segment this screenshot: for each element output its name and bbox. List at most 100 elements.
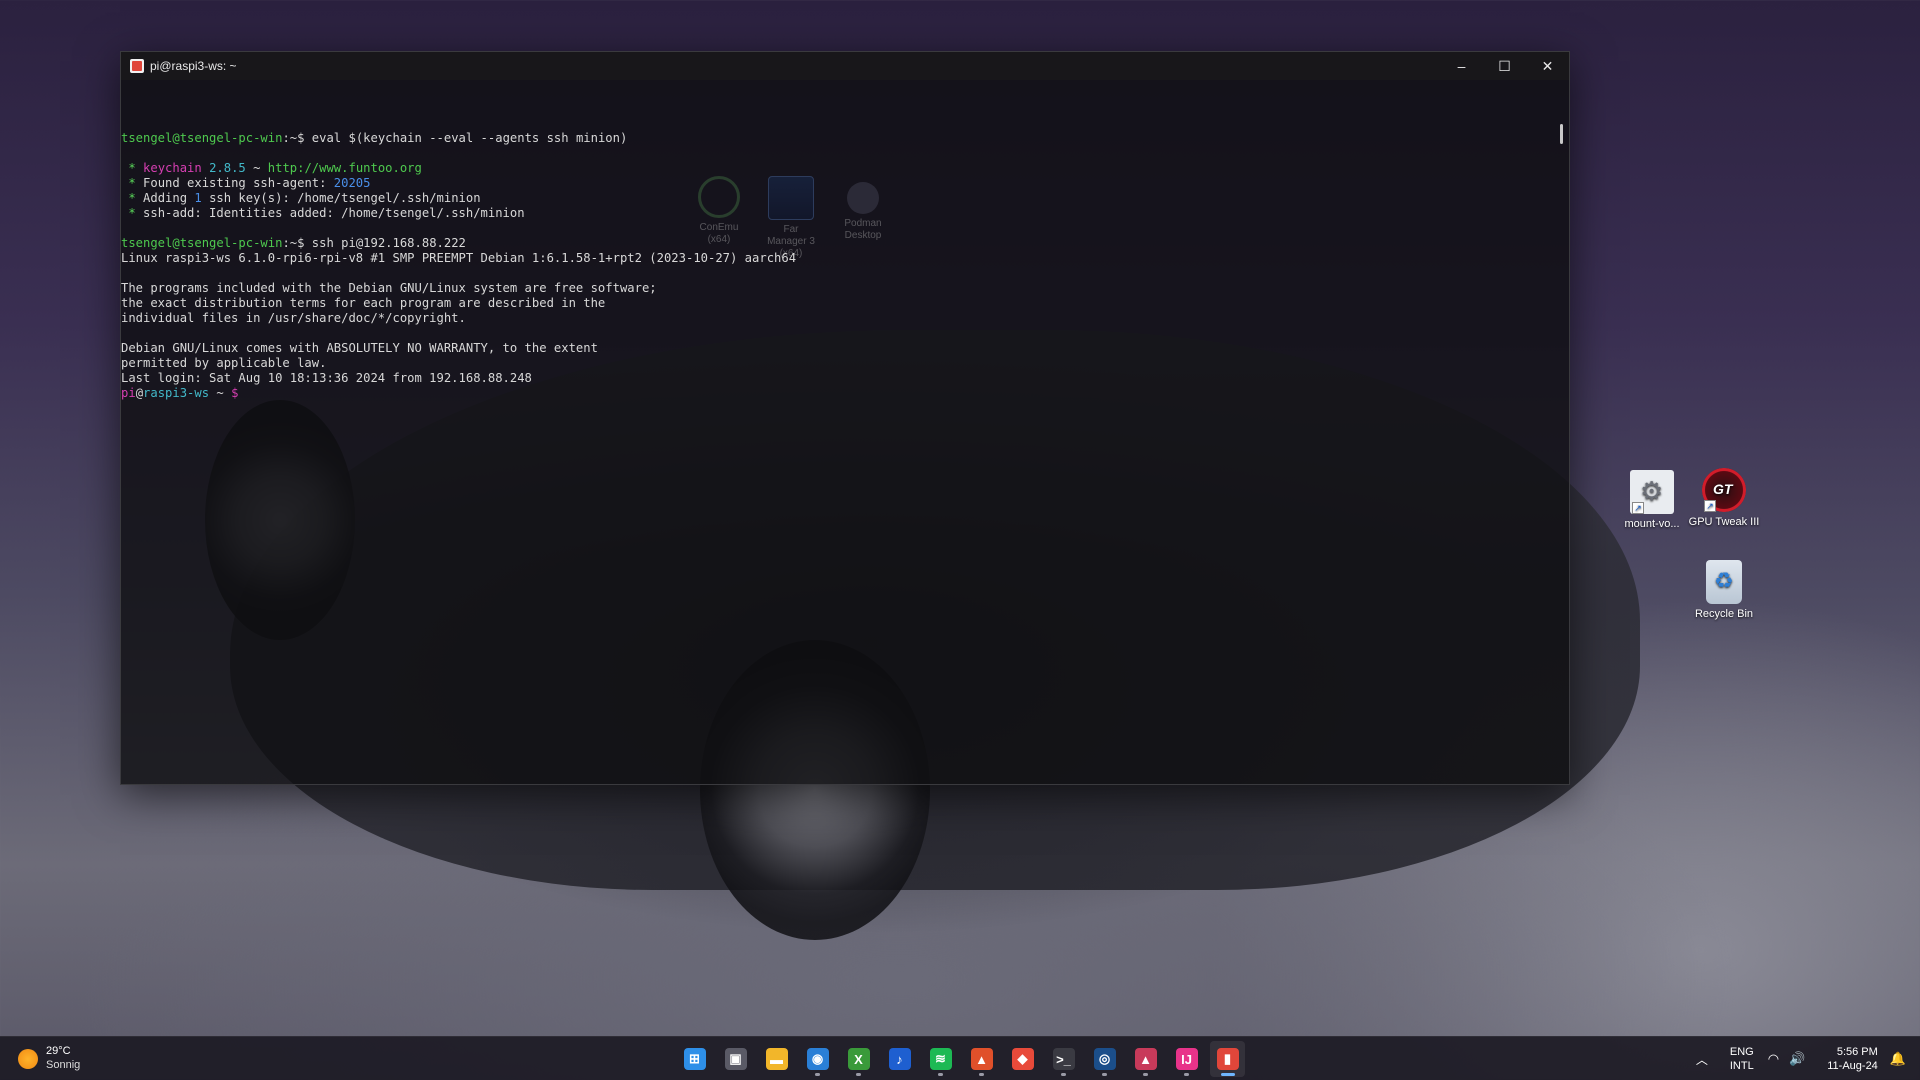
language-code: ENG [1729, 1046, 1754, 1058]
start-icon: ⊞ [683, 1048, 706, 1070]
task-view-icon: ▣ [724, 1048, 747, 1070]
taskbar-brave-beta-button[interactable]: ▲ [1128, 1041, 1163, 1077]
running-indicator [979, 1073, 984, 1076]
brave-beta-icon: ▲ [1134, 1048, 1157, 1070]
terminal-text: Adding [143, 191, 195, 205]
sun-icon [18, 1048, 38, 1069]
terminal-line: * keychain 2.8.5 ~ http://www.funtoo.org [121, 161, 1569, 176]
taskbar-steam-button[interactable]: ◎ [1087, 1041, 1122, 1077]
edge-browser-icon: ◉ [806, 1048, 829, 1070]
jetbrains-icon: IJ [1175, 1048, 1198, 1070]
window-title: pi@raspi3-ws: ~ [150, 59, 237, 73]
terminal-text: permitted by applicable law. [121, 356, 327, 370]
taskbar-jetbrains-button[interactable]: IJ [1169, 1041, 1204, 1077]
scrollbar[interactable] [1560, 124, 1563, 144]
keyboard-layout: INTL [1729, 1060, 1754, 1072]
taskbar-start-button[interactable]: ⊞ [677, 1041, 712, 1077]
terminal-text: raspi3-ws [143, 386, 210, 400]
desktop-icon-mount[interactable]: ↗ mount-vo... [1616, 470, 1688, 530]
clock[interactable]: 5:56 PM 11-Aug-24 [1827, 1045, 1878, 1073]
podman-icon [847, 182, 879, 214]
terminal-line: tsengel@tsengel-pc-win:~$ eval $(keychai… [121, 131, 1569, 146]
taskbar-xbox-button[interactable]: X [841, 1041, 876, 1077]
terminal-text: :~$ [282, 131, 312, 145]
running-indicator [1143, 1073, 1148, 1076]
terminal-text: tsengel@tsengel-pc-win [121, 131, 283, 145]
taskbar-brave-browser-button[interactable]: ▲ [964, 1041, 999, 1077]
terminal-line: the exact distribution terms for each pr… [121, 296, 1569, 311]
clock-date: 11-Aug-24 [1827, 1060, 1878, 1072]
terminal-text: * [121, 206, 144, 220]
desktop-icon-gpu-tweak[interactable]: ↗ GPU Tweak III [1688, 468, 1760, 528]
maps-icon: ◆ [1011, 1048, 1034, 1070]
desktop-icon-label: Podman Desktop [844, 218, 882, 241]
xbox-icon: X [847, 1048, 870, 1070]
running-indicator [1061, 1073, 1066, 1076]
desktop-icon-recycle-bin[interactable]: Recycle Bin [1688, 560, 1760, 620]
taskbar-tiktok-music-button[interactable]: ♪ [882, 1041, 917, 1077]
chevron-up-icon[interactable]: ︿ [1696, 1051, 1708, 1068]
conemu-active-icon: ▮ [1216, 1048, 1239, 1070]
desktop-icon-label: mount-vo... [1624, 518, 1680, 530]
taskbar-apps: ⊞ ▣ ▬ ◉ X ♪ ≋ ▲ ◆ >_ ◎ ▲ IJ ▮ [677, 1041, 1245, 1077]
running-indicator [815, 1073, 820, 1076]
terminal-text: * [121, 191, 144, 205]
taskbar: 29°C Sonnig ⊞ ▣ ▬ ◉ X ♪ ≋ ▲ ◆ >_ ◎ ▲ IJ ▮ ︿ ENG INTL … [0, 1036, 1920, 1080]
terminal-line: pi@raspi3-ws ~ $ [121, 386, 1569, 401]
clock-time: 5:56 PM [1836, 1046, 1878, 1058]
background-desktop-icons: ConEmu (x64) Far Manager 3 (x64) Podman De… [691, 176, 891, 260]
terminal-text: :~$ [282, 236, 312, 250]
terminal-text: @ [135, 386, 144, 400]
spotify-icon: ≋ [929, 1048, 952, 1070]
terminal-text: Last login: Sat Aug 10 18:13:36 2024 fro… [121, 371, 532, 385]
terminal-text: http://www.funtoo.org [267, 161, 422, 175]
weather-condition: Sonnig [46, 1059, 81, 1071]
terminal-text: ssh pi@192.168.88.222 [311, 236, 466, 250]
gear-icon: ↗ [1630, 470, 1674, 514]
brave-browser-icon: ▲ [970, 1048, 993, 1070]
desktop-icon-label: ConEmu (x64) [699, 222, 739, 245]
podman-desktop-icon: Podman Desktop [835, 176, 891, 260]
taskbar-conemu-active-button[interactable]: ▮ [1210, 1041, 1245, 1077]
running-indicator [856, 1073, 861, 1076]
close-button[interactable]: ✕ [1526, 52, 1569, 80]
terminal-text: $ [231, 386, 239, 400]
taskbar-spotify-button[interactable]: ≋ [923, 1041, 958, 1077]
weather-widget[interactable]: 29°C Sonnig [18, 1045, 80, 1072]
wifi-icon: ◠ [1767, 1051, 1780, 1066]
terminal-line: The programs included with the Debian GN… [121, 281, 1569, 296]
conemu-desktop-icon: ConEmu (x64) [691, 176, 747, 260]
notification-bell-icon[interactable]: 🔔 [1890, 1051, 1906, 1067]
running-indicator [1184, 1073, 1189, 1076]
terminal-text: ~ [245, 161, 268, 175]
quick-settings[interactable]: ◠ 🔊 [1768, 1051, 1806, 1067]
taskbar-edge-browser-button[interactable]: ◉ [800, 1041, 835, 1077]
taskbar-windows-terminal-button[interactable]: >_ [1046, 1041, 1081, 1077]
terminal-line: individual files in /usr/share/doc/*/cop… [121, 311, 1569, 326]
taskbar-file-explorer-button[interactable]: ▬ [759, 1041, 794, 1077]
terminal-output[interactable]: ConEmu (x64) Far Manager 3 (x64) Podman De… [121, 80, 1569, 786]
language-indicator[interactable]: ENG INTL [1730, 1045, 1754, 1073]
taskbar-task-view-button[interactable]: ▣ [718, 1041, 753, 1077]
conemu-app-icon[interactable] [130, 59, 144, 73]
taskbar-maps-button[interactable]: ◆ [1005, 1041, 1040, 1077]
running-indicator [1221, 1073, 1235, 1076]
terminal-line: Last login: Sat Aug 10 18:13:36 2024 fro… [121, 371, 1569, 386]
running-indicator [938, 1073, 943, 1076]
gpu-tweak-icon: ↗ [1702, 468, 1746, 512]
terminal-window[interactable]: pi@raspi3-ws: ~ – ☐ ✕ ConEmu (x64) Far Ma… [120, 51, 1570, 785]
terminal-line: Debian GNU/Linux comes with ABSOLUTELY N… [121, 341, 1569, 356]
volume-icon: 🔊 [1789, 1051, 1806, 1066]
file-explorer-icon: ▬ [765, 1048, 788, 1070]
maximize-button[interactable]: ☐ [1483, 52, 1526, 80]
terminal-text: Found existing ssh-agent: [143, 176, 334, 190]
title-bar[interactable]: pi@raspi3-ws: ~ – ☐ ✕ [121, 52, 1569, 80]
minimize-button[interactable]: – [1440, 52, 1483, 80]
terminal-text: ssh key(s): /home/tsengel/.ssh/minion [201, 191, 481, 205]
terminal-text: The programs included with the Debian GN… [121, 281, 657, 295]
terminal-text: the exact distribution terms for each pr… [121, 296, 606, 310]
terminal-text: 20205 [333, 176, 371, 190]
